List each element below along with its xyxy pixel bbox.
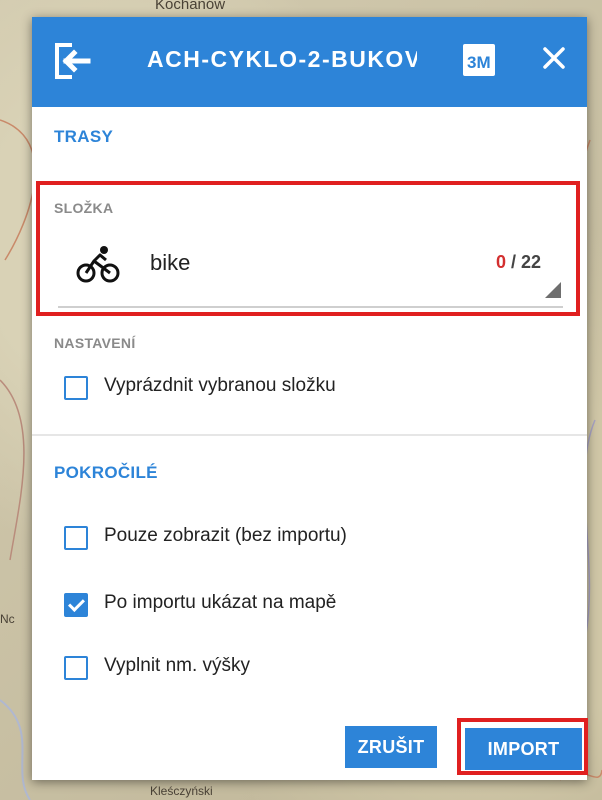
import-dialog: ACH-CYKLO-2-BUKOVA 3M TRASY SLOŽKA bike … bbox=[32, 17, 588, 780]
svg-text:3M: 3M bbox=[467, 53, 491, 72]
show-only-checkbox[interactable] bbox=[64, 526, 88, 550]
fill-elevation-label: Vyplnit nm. výšky bbox=[104, 655, 251, 676]
close-icon[interactable] bbox=[540, 44, 568, 77]
map-place-label: Kochanów bbox=[155, 0, 226, 13]
folder-count-current: 0 bbox=[495, 252, 506, 272]
cancel-button[interactable]: ZRUŠIT bbox=[345, 726, 437, 768]
import-icon bbox=[54, 42, 92, 85]
bicycle-icon bbox=[76, 243, 120, 292]
settings-header: NASTAVENÍ bbox=[54, 335, 136, 351]
show-on-map-label: Po importu ukázat na mapě bbox=[104, 592, 337, 613]
routes-header: TRASY bbox=[54, 127, 114, 146]
dialog-titlebar: ACH-CYKLO-2-BUKOVA 3M bbox=[32, 17, 587, 107]
folder-count-separator: / bbox=[505, 252, 521, 272]
dropdown-corner-icon bbox=[545, 282, 561, 303]
locus-map-icon[interactable]: 3M bbox=[462, 42, 498, 83]
empty-folder-label: Vyprázdnit vybranou složku bbox=[104, 375, 336, 396]
folder-name: bike bbox=[150, 250, 191, 275]
map-place-label-bottom: Kleśczyński bbox=[150, 784, 213, 798]
show-on-map-checkbox[interactable] bbox=[64, 593, 88, 617]
folder-count-total: 22 bbox=[520, 252, 541, 272]
advanced-header: POKROČILÉ bbox=[54, 463, 158, 482]
map-place-label-side: Nc bbox=[0, 612, 15, 626]
empty-folder-checkbox[interactable] bbox=[64, 376, 88, 400]
import-button[interactable]: IMPORT bbox=[465, 728, 582, 770]
dialog-title: ACH-CYKLO-2-BUKOVA bbox=[147, 46, 417, 72]
folder-item-count: 0 / 22 bbox=[496, 252, 541, 273]
show-only-label: Pouze zobrazit (bez importu) bbox=[104, 525, 347, 546]
folder-label: SLOŽKA bbox=[54, 200, 114, 216]
section-divider bbox=[32, 434, 587, 436]
folder-select[interactable]: bike 0 / 22 bbox=[58, 239, 563, 308]
fill-elevation-checkbox[interactable] bbox=[64, 656, 88, 680]
